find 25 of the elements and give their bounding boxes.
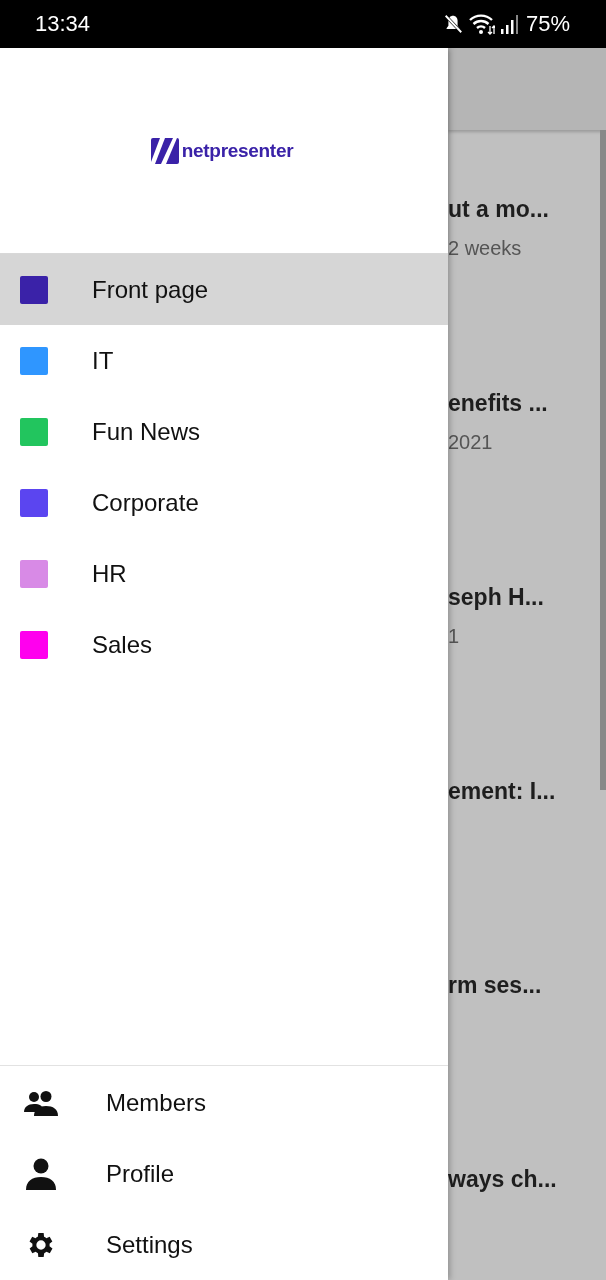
category-item[interactable]: Sales [0, 609, 448, 680]
clock: 13:34 [35, 11, 91, 37]
signal-icon [499, 13, 518, 35]
category-item[interactable]: Fun News [0, 396, 448, 467]
category-item[interactable]: HR [0, 538, 448, 609]
article-title: ways ch... [448, 1166, 558, 1193]
article-date: 1 [448, 625, 461, 648]
battery-level: 75% [525, 11, 570, 37]
logo: netpresenter [150, 137, 294, 164]
article-title: ement: I... [448, 778, 557, 805]
article-title: ut a mo... [448, 196, 550, 223]
article-date: 2 weeks [448, 237, 523, 260]
article-title: seph H... [448, 584, 545, 611]
menu-item[interactable]: Settings [0, 1209, 448, 1280]
people-icon [24, 1089, 58, 1116]
article-title: enefits ... [448, 390, 549, 417]
category-item[interactable]: Front page [0, 254, 448, 325]
wifi-icon [468, 13, 495, 35]
menu-item[interactable]: Profile [0, 1138, 448, 1209]
article-title: rm ses... [448, 972, 543, 999]
article-date: 2021 [448, 431, 494, 454]
category-item[interactable]: Corporate [0, 467, 448, 538]
category-item[interactable]: IT [0, 325, 448, 396]
person-icon [24, 1157, 58, 1190]
menu-item[interactable]: Members [0, 1067, 448, 1138]
